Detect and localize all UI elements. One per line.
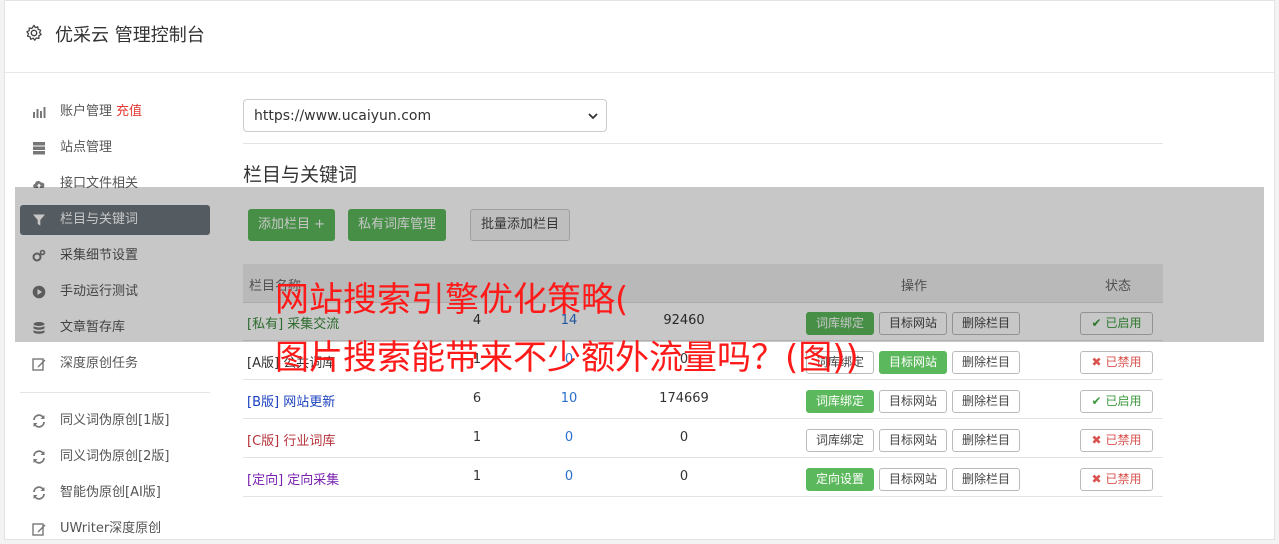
count-2[interactable]: 10 xyxy=(539,391,599,406)
delete-column-button[interactable]: 删除栏目 xyxy=(952,351,1021,374)
status-label: 已禁用 xyxy=(1105,472,1142,486)
sidebar-item-deep-original[interactable]: 深度原创任务 xyxy=(20,349,210,379)
sidebar-item-label: 同义词伪原创[2版] xyxy=(60,449,170,464)
site-select-value: https://www.ucaiyun.com xyxy=(254,108,432,124)
sidebar-item-label: 深度原创任务 xyxy=(60,356,139,371)
refresh-icon xyxy=(33,414,45,428)
recharge-link[interactable]: 充值 xyxy=(116,104,142,119)
close-icon: ✖ xyxy=(1091,472,1102,486)
divider xyxy=(243,143,1163,144)
check-icon: ✔ xyxy=(1091,394,1102,408)
watermark-line2: 图片搜索能带来不少额外流量吗？(图)) xyxy=(275,338,859,378)
bind-lib-button[interactable]: 词库绑定 xyxy=(806,429,875,452)
sidebar-item-sites[interactable]: 站点管理 xyxy=(20,133,210,163)
server-icon xyxy=(33,142,45,155)
watermark-line1: 网站搜索引擎优化策略( xyxy=(275,280,629,320)
table-row: [B版] 网站更新 6 10 174669 词库绑定 目标网站 删除栏目 ✔ 已启用 xyxy=(243,380,1163,419)
delete-column-button[interactable]: 删除栏目 xyxy=(952,429,1021,452)
count-3: 0 xyxy=(679,430,689,445)
sidebar-divider xyxy=(20,392,210,393)
count-2[interactable]: 0 xyxy=(539,430,599,445)
column-tag: [C版] xyxy=(247,434,280,449)
sidebar-item-account[interactable]: 账户管理 充值 xyxy=(20,97,210,127)
section-title: 栏目与关键词 xyxy=(243,164,358,186)
column-label: 定向采集 xyxy=(287,473,340,488)
status-toggle[interactable]: ✖ 已禁用 xyxy=(1080,429,1153,452)
close-icon: ✖ xyxy=(1091,355,1102,369)
refresh-icon xyxy=(33,450,45,464)
status-toggle[interactable]: ✖ 已禁用 xyxy=(1080,468,1153,491)
status-label: 已禁用 xyxy=(1105,433,1142,447)
refresh-icon xyxy=(33,486,45,500)
column-tag: [B版] xyxy=(247,395,280,410)
count-3: 174669 xyxy=(659,391,709,406)
sidebar-item-synonym-v1[interactable]: 同义词伪原创[1版] xyxy=(20,406,210,436)
watermark-overlay xyxy=(15,187,1264,342)
sidebar-item-label: 智能伪原创[AI版] xyxy=(60,485,161,500)
page-header: 优采云 管理控制台 xyxy=(5,1,1274,73)
delete-column-button[interactable]: 删除栏目 xyxy=(952,468,1021,491)
bind-lib-button[interactable]: 定向设置 xyxy=(806,468,875,491)
chevron-down-icon xyxy=(588,113,598,120)
count-3: 0 xyxy=(679,469,689,484)
edit-icon xyxy=(32,523,46,536)
count-1: 6 xyxy=(472,391,482,406)
status-toggle[interactable]: ✔ 已启用 xyxy=(1080,390,1153,413)
sidebar-item-label: 站点管理 xyxy=(60,140,113,155)
sidebar-item-label: UWriter深度原创 xyxy=(60,521,162,536)
table-row: [定向] 定向采集 1 0 0 定向设置 目标网站 删除栏目 ✖ 已禁用 xyxy=(243,458,1163,497)
status-toggle[interactable]: ✖ 已禁用 xyxy=(1080,351,1153,374)
column-label: 网站更新 xyxy=(283,395,336,410)
count-1: 1 xyxy=(472,469,482,484)
column-tag: [定向] xyxy=(247,473,284,488)
close-icon: ✖ xyxy=(1091,433,1102,447)
count-1: 1 xyxy=(472,430,482,445)
delete-column-button[interactable]: 删除栏目 xyxy=(952,390,1021,413)
column-label: 行业词库 xyxy=(283,434,336,449)
target-site-button[interactable]: 目标网站 xyxy=(879,468,948,491)
site-select[interactable]: https://www.ucaiyun.com xyxy=(243,99,607,132)
bind-lib-button[interactable]: 词库绑定 xyxy=(806,390,875,413)
sidebar-item-label: 同义词伪原创[1版] xyxy=(60,413,170,428)
column-name[interactable]: [B版] 网站更新 xyxy=(247,391,335,410)
sidebar-item-synonym-v2[interactable]: 同义词伪原创[2版] xyxy=(20,442,210,472)
table-row: [C版] 行业词库 1 0 0 词库绑定 目标网站 删除栏目 ✖ 已禁用 xyxy=(243,419,1163,458)
status-label: 已禁用 xyxy=(1105,355,1142,369)
count-2[interactable]: 0 xyxy=(539,469,599,484)
target-site-button[interactable]: 目标网站 xyxy=(879,351,948,374)
edit-icon xyxy=(32,358,46,371)
gear-icon xyxy=(26,24,42,41)
status-label: 已启用 xyxy=(1105,394,1142,408)
sidebar-item-uwriter[interactable]: UWriter深度原创 xyxy=(20,514,210,544)
bar-chart-icon xyxy=(33,107,46,118)
target-site-button[interactable]: 目标网站 xyxy=(879,429,948,452)
sidebar-item-label: 账户管理 xyxy=(60,104,113,119)
column-name[interactable]: [C版] 行业词库 xyxy=(247,430,335,449)
sidebar-item-ai-original[interactable]: 智能伪原创[AI版] xyxy=(20,478,210,508)
target-site-button[interactable]: 目标网站 xyxy=(879,390,948,413)
page-title: 优采云 管理控制台 xyxy=(55,25,205,46)
column-name[interactable]: [定向] 定向采集 xyxy=(247,469,339,488)
